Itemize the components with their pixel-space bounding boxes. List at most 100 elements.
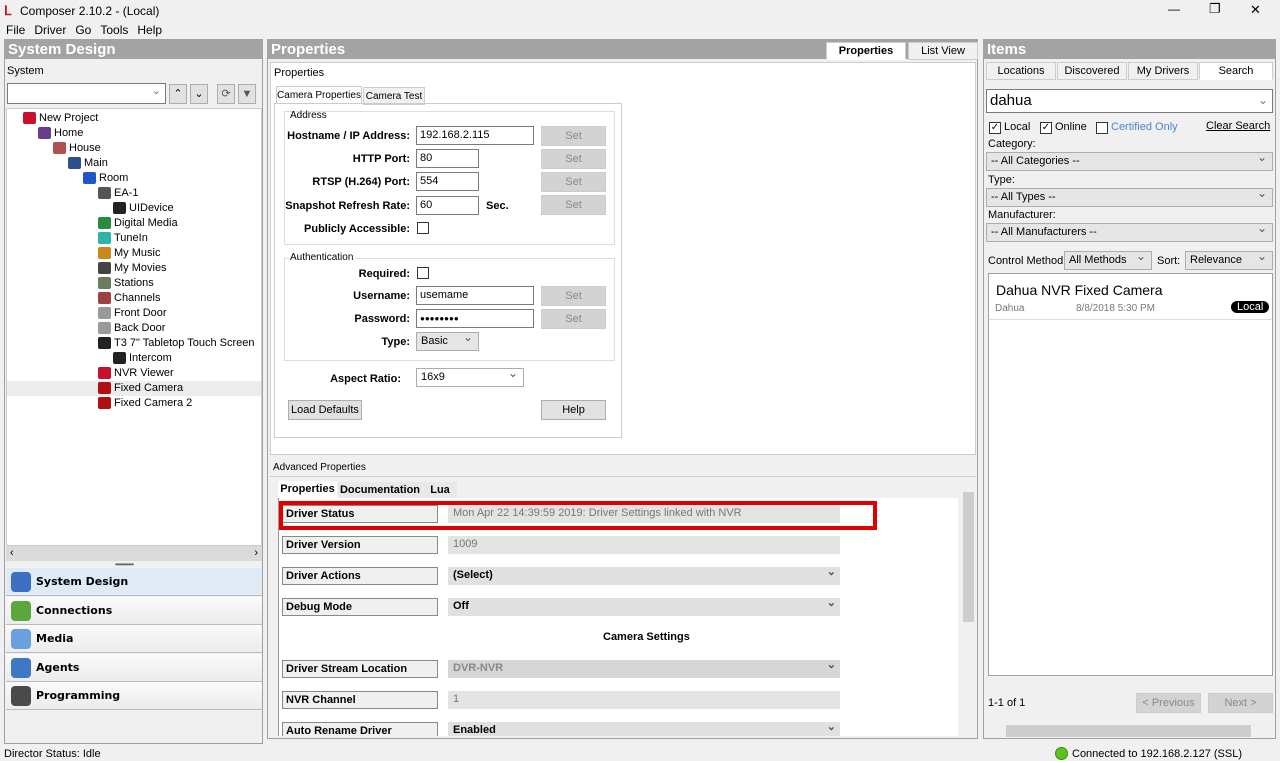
nav-system-design[interactable]: System Design [6, 568, 262, 596]
scrollbar-thumb[interactable] [963, 492, 974, 622]
auth-type-select[interactable]: Basic [416, 330, 479, 351]
sort-select[interactable]: Relevance [1185, 249, 1273, 270]
password-input[interactable]: ●●●●●●●● [416, 309, 534, 328]
system-filter-combo[interactable]: ⌄ [7, 83, 166, 104]
category-select[interactable]: -- All Categories -- [986, 150, 1273, 171]
property-value[interactable]: (Select) [448, 565, 840, 585]
grid-vertical-scrollbar[interactable] [961, 480, 976, 736]
tunein-icon [98, 232, 111, 245]
tree-item[interactable]: T3 7" Tabletop Touch Screen [98, 336, 254, 351]
local-checkbox[interactable]: ✓ [989, 122, 1001, 134]
menu-tools[interactable]: Tools [100, 23, 128, 37]
tree-horizontal-scrollbar[interactable]: ‹ › [6, 546, 262, 561]
snapshot-rate-label: Snapshot Refresh Rate: [285, 200, 410, 212]
tree-item[interactable]: Room [83, 171, 128, 186]
set-hostname-button[interactable]: Set [541, 126, 606, 146]
tree-item[interactable]: NVR Viewer [98, 366, 174, 381]
certified-only-label: Certified Only [1111, 121, 1178, 133]
hostname-input[interactable]: 192.168.2.115 [416, 126, 534, 145]
close-button[interactable]: ✕ [1250, 2, 1261, 18]
clear-search-link[interactable]: Clear Search [1206, 120, 1270, 132]
next-button[interactable]: Next > [1208, 693, 1273, 713]
menu-help[interactable]: Help [137, 23, 162, 37]
publicly-accessible-checkbox[interactable] [417, 222, 429, 234]
nav-media[interactable]: Media [6, 625, 262, 653]
tab-properties-view[interactable]: Properties [826, 42, 906, 60]
minimize-button[interactable]: — [1168, 2, 1180, 16]
property-value[interactable]: Off [448, 596, 840, 616]
local-label: Local [1004, 121, 1031, 133]
certified-only-checkbox[interactable] [1096, 122, 1108, 134]
type-select[interactable]: -- All Types -- [986, 186, 1273, 207]
address-legend: Address [290, 110, 327, 121]
snapshot-rate-input[interactable]: 60 [416, 196, 479, 215]
tab-search[interactable]: Search [1199, 62, 1273, 80]
tree-item[interactable]: Main [68, 156, 108, 171]
set-rtsp-port-button[interactable]: Set [541, 172, 606, 192]
tree-item[interactable]: My Movies [98, 261, 167, 276]
property-value: 1 [448, 691, 840, 709]
move-down-button[interactable]: ⌄ [190, 84, 208, 104]
tree-item[interactable]: EA-1 [98, 186, 138, 201]
set-password-button[interactable]: Set [541, 309, 606, 329]
scroll-right-icon[interactable]: › [254, 547, 258, 559]
move-up-button[interactable]: ⌃ [169, 84, 187, 104]
camera-settings-heading: Camera Settings [603, 631, 690, 643]
tree-item[interactable]: Front Door [98, 306, 167, 321]
nav-agents[interactable]: Agents [6, 653, 262, 682]
tree-item[interactable]: TuneIn [98, 231, 148, 246]
aspect-ratio-select[interactable]: 16x9 [416, 366, 524, 387]
room-shield-icon [83, 172, 96, 185]
set-http-port-button[interactable]: Set [541, 149, 606, 169]
tree-item[interactable]: My Music [98, 246, 160, 261]
online-checkbox[interactable]: ✓ [1040, 122, 1052, 134]
tree-item[interactable]: UIDevice [113, 201, 174, 216]
manufacturer-select[interactable]: -- All Manufacturers -- [986, 221, 1273, 242]
rtsp-port-input[interactable]: 554 [416, 172, 479, 191]
filter-icon[interactable]: ▼ [238, 84, 256, 104]
tree-item-label: TuneIn [114, 232, 148, 244]
control4-logo-icon [23, 112, 36, 125]
tree-item[interactable]: Home [38, 126, 83, 141]
menu-file[interactable]: File [6, 23, 25, 37]
tree-item[interactable]: Digital Media [98, 216, 178, 231]
tree-item[interactable]: Stations [98, 276, 154, 291]
set-username-button[interactable]: Set [541, 286, 606, 306]
nav-label: System Design [36, 575, 129, 588]
tree-item[interactable]: New Project [23, 111, 98, 126]
http-port-input[interactable]: 80 [416, 149, 479, 168]
menu-go[interactable]: Go [75, 23, 91, 37]
previous-button[interactable]: < Previous [1136, 693, 1201, 713]
refresh-icon[interactable]: ⟳ [217, 84, 235, 104]
property-row: Driver Actions (Select) [282, 565, 842, 587]
search-input[interactable]: dahua ⌄ [986, 89, 1273, 113]
tab-my-drivers[interactable]: My Drivers [1128, 62, 1198, 80]
tab-list-view[interactable]: List View [908, 42, 978, 60]
camera-icon [98, 307, 111, 320]
required-checkbox[interactable] [417, 267, 429, 279]
result-item[interactable]: Dahua NVR Fixed Camera Dahua 8/8/2018 5:… [989, 274, 1272, 320]
help-button[interactable]: Help [541, 400, 606, 420]
tree-item[interactable]: Fixed Camera 2 [98, 396, 192, 411]
tree-item[interactable]: Channels [98, 291, 160, 306]
control-method-select[interactable]: All Methods [1064, 249, 1152, 270]
scroll-left-icon[interactable]: ‹ [10, 547, 14, 559]
username-input[interactable]: usemame [416, 286, 534, 305]
menu-driver[interactable]: Driver [34, 23, 66, 37]
load-defaults-button[interactable]: Load Defaults [288, 400, 362, 420]
items-horizontal-scrollbar[interactable] [986, 724, 1273, 738]
property-value[interactable]: Enabled [448, 720, 840, 736]
tree-item[interactable]: Back Door [98, 321, 165, 336]
tab-locations[interactable]: Locations [986, 62, 1056, 80]
tree-item[interactable]: Intercom [113, 351, 172, 366]
tab-discovered[interactable]: Discovered [1057, 62, 1127, 80]
property-value[interactable]: DVR-NVR [448, 658, 840, 678]
tree-item[interactable]: House [53, 141, 101, 156]
set-snapshot-rate-button[interactable]: Set [541, 195, 606, 215]
tab-advanced-properties[interactable]: Properties [278, 481, 337, 499]
tab-camera-properties[interactable]: Camera Properties [276, 86, 362, 104]
nav-connections[interactable]: Connections [6, 596, 262, 625]
restore-button[interactable]: ❐ [1209, 1, 1221, 17]
tree-item[interactable]: Fixed Camera [7, 381, 261, 396]
nav-programming[interactable]: Programming [6, 682, 262, 710]
